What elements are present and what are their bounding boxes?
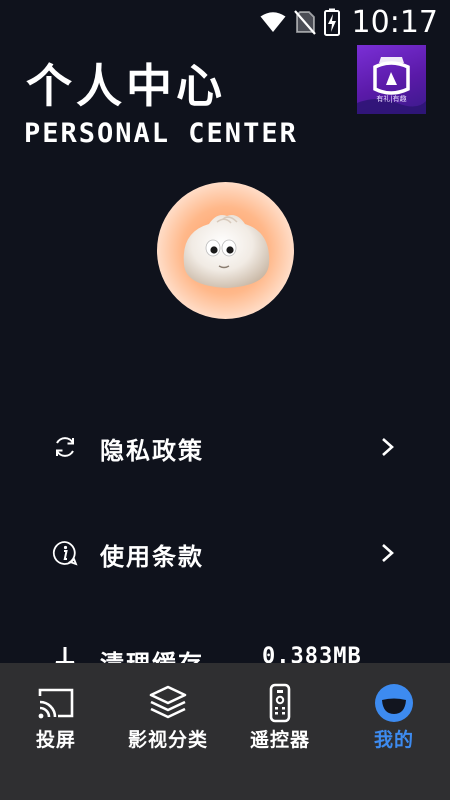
nav-label: 投屏 [35, 729, 76, 751]
steamed-bun-avatar [183, 215, 270, 288]
battery-charging-icon [323, 8, 340, 36]
page-title: 个人中心 [26, 59, 226, 113]
no-sim-icon [293, 10, 316, 35]
page-subtitle: PERSONAL CENTER [24, 118, 298, 149]
menu-label: 使用条款 [100, 543, 204, 571]
chevron-right-icon [382, 544, 394, 562]
app-logo: 有礼|有趣 [357, 45, 426, 114]
status-bar: 10:17 [0, 0, 450, 44]
status-icons: 10:17 [260, 4, 438, 40]
cast-icon [38, 688, 74, 719]
nav-label: 遥控器 [249, 729, 310, 751]
layers-icon [149, 685, 187, 719]
menu-label: 隐私政策 [100, 437, 204, 465]
info-icon [52, 541, 78, 566]
avatar[interactable] [157, 182, 294, 319]
nav-item-cast[interactable]: 投屏 [0, 663, 112, 763]
menu-item-terms-of-use[interactable]: 使用条款 [0, 523, 450, 583]
profile-smile-icon [375, 684, 413, 722]
remote-icon [269, 683, 291, 723]
refresh-icon [56, 437, 74, 457]
wifi-icon [260, 12, 286, 32]
bottom-nav: 投屏 影视分类 遥控器 我的 [0, 663, 450, 800]
logo-caption: 有礼|有趣 [376, 95, 407, 103]
nav-label: 影视分类 [127, 729, 208, 751]
status-time: 10:17 [351, 4, 438, 40]
nav-item-mine[interactable]: 我的 [338, 663, 450, 763]
menu-item-privacy-policy[interactable]: 隐私政策 [0, 417, 450, 477]
nav-item-categories[interactable]: 影视分类 [112, 663, 224, 763]
chevron-right-icon [382, 438, 394, 456]
nav-label: 我的 [373, 729, 414, 751]
nav-item-remote[interactable]: 遥控器 [224, 663, 336, 763]
personal-center-screen: 10:17 个人中心 PERSONAL CENTER 有礼|有趣 隐私政策 使用… [0, 0, 450, 800]
